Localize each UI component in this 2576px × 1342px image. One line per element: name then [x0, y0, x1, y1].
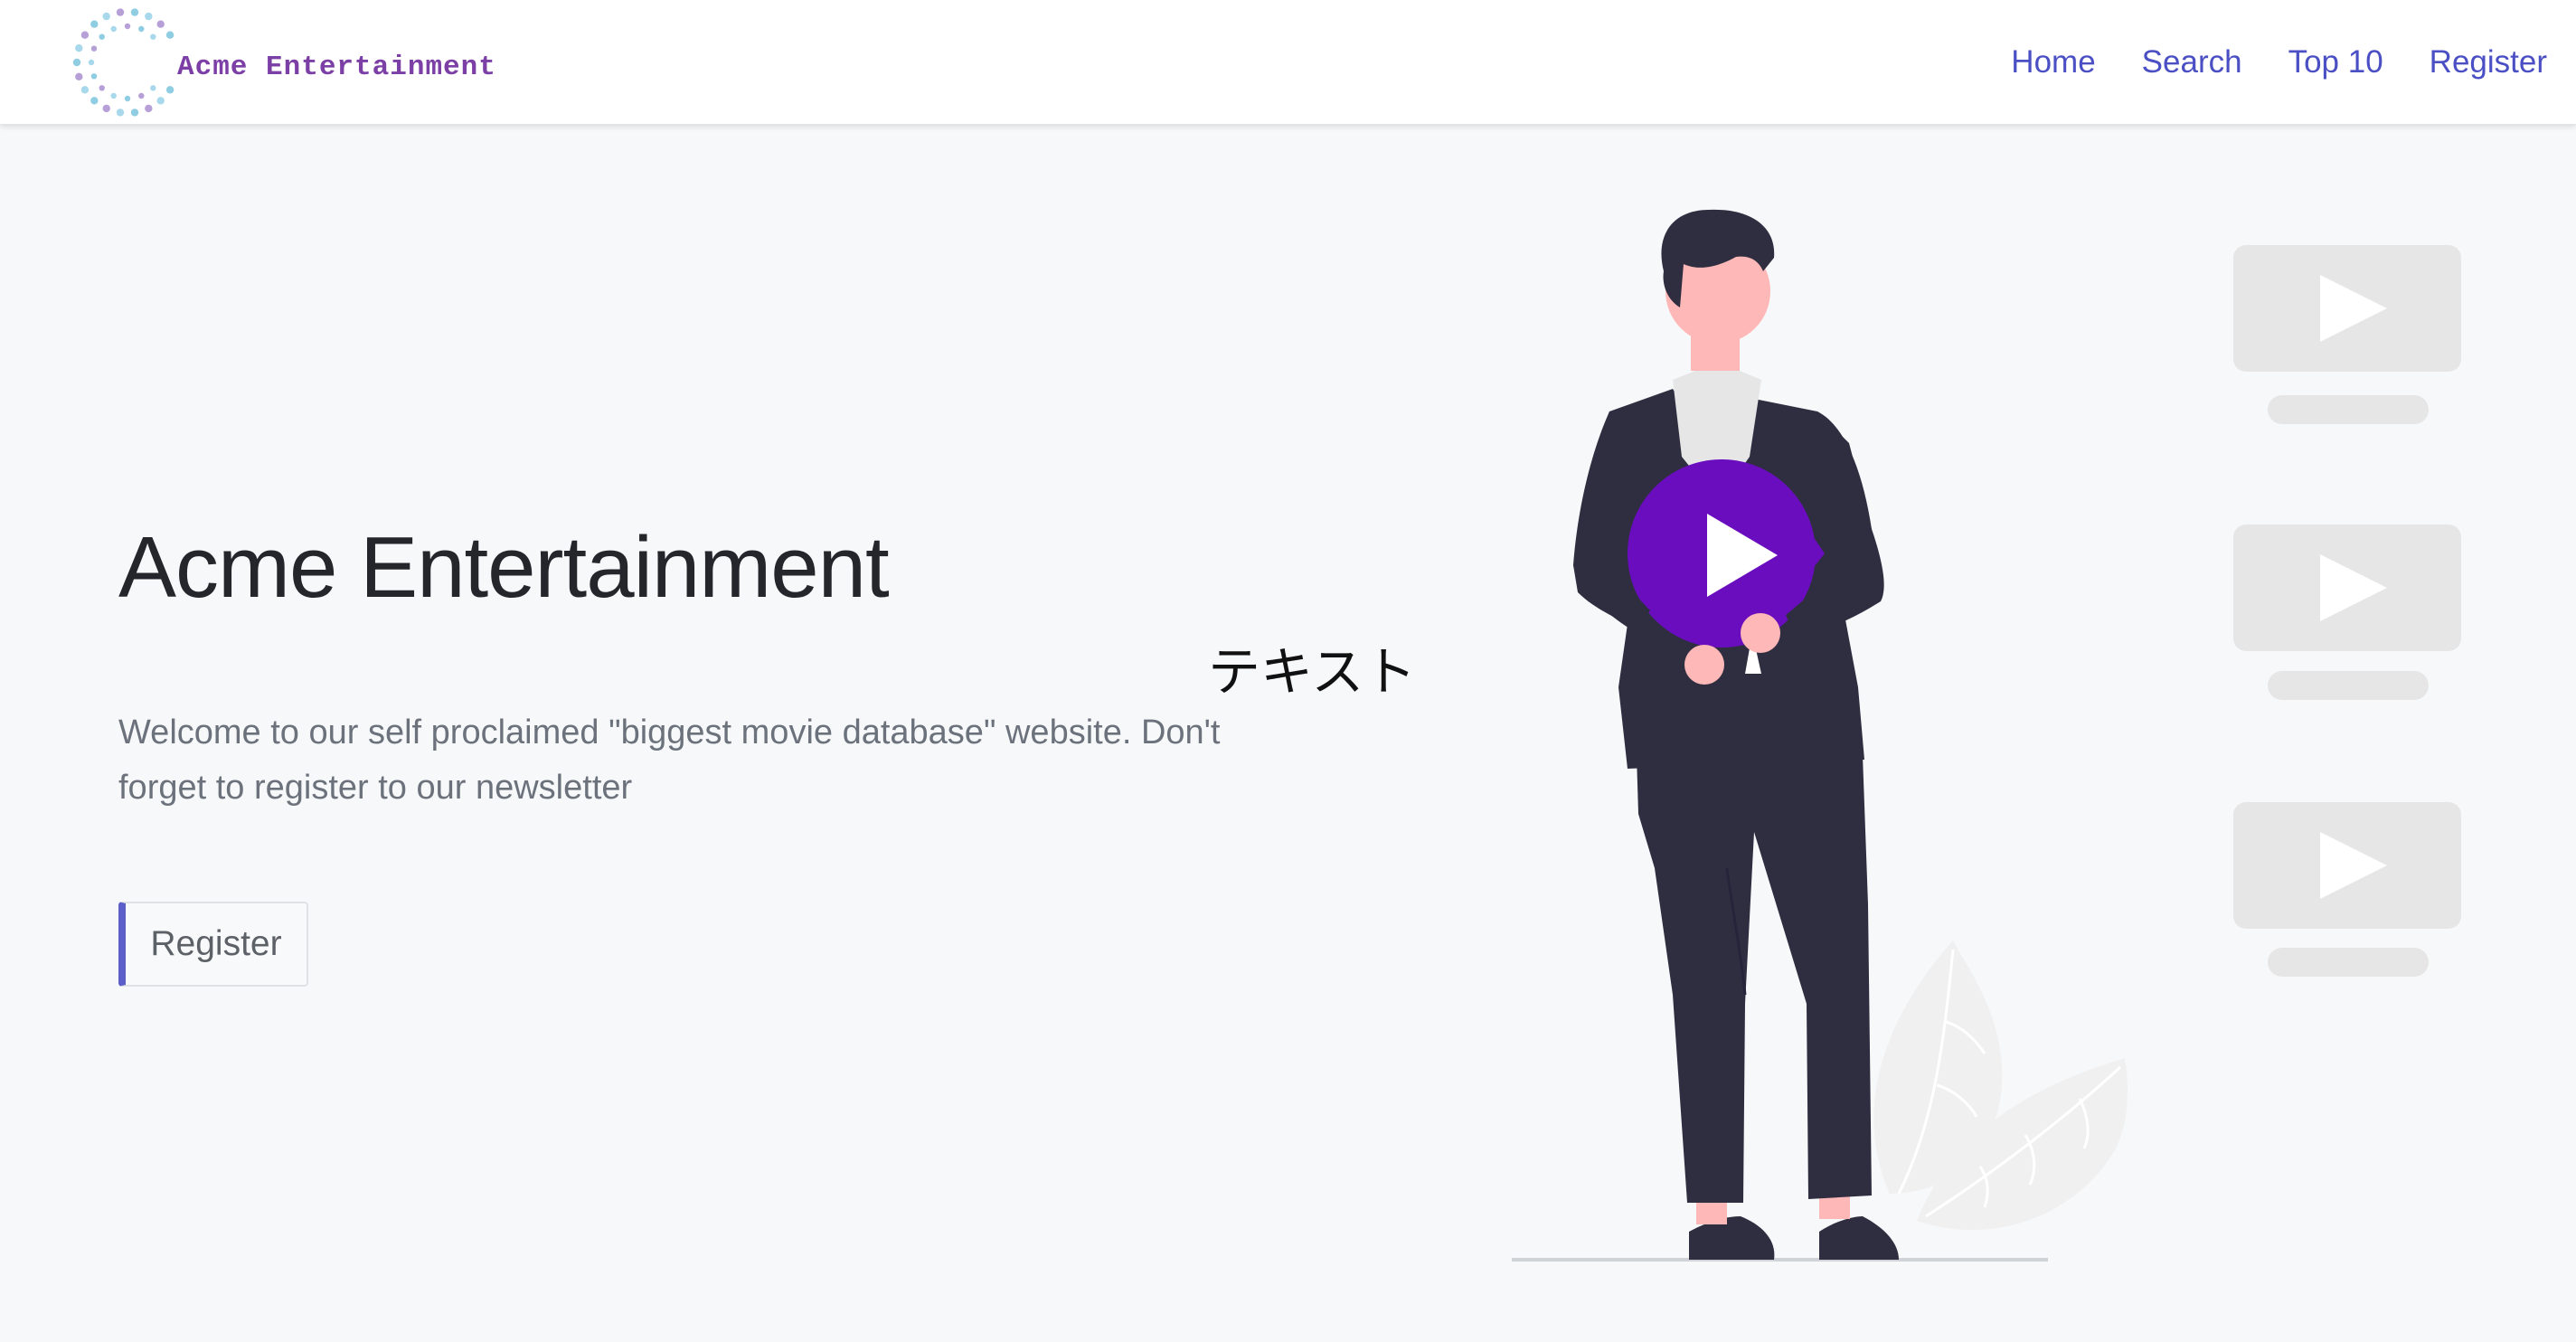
logo-dot [156, 20, 165, 28]
logo-dot [110, 25, 117, 32]
video-placeholder-card [2233, 245, 2461, 424]
logo-dot [116, 7, 125, 16]
nav-register-link[interactable]: Register [2430, 44, 2547, 80]
hero-register-button[interactable]: Register [118, 902, 308, 987]
nav-search-link[interactable]: Search [2142, 44, 2242, 80]
dotted-ring-logo-icon [72, 7, 175, 117]
logo-dot [130, 108, 139, 117]
logo-dot [116, 108, 125, 117]
logo-dot [99, 84, 105, 91]
logo-dot [145, 12, 153, 20]
logo-dot [75, 43, 83, 52]
logo-dot [124, 95, 131, 101]
logo-dot [156, 96, 165, 105]
man-holding-play-button-illustration [1512, 209, 2461, 1262]
nav-home-link[interactable]: Home [2011, 44, 2095, 80]
logo-dot [102, 104, 110, 112]
video-placeholder-card [2233, 802, 2461, 977]
logo-dot [90, 20, 99, 28]
logo-dot [165, 85, 175, 94]
logo-dot [110, 92, 117, 99]
brand-name: Acme Entertainment [177, 52, 496, 83]
hero-description: Welcome to our self proclaimed "biggest … [118, 714, 1221, 807]
hero-title: Acme Entertainment [118, 519, 890, 616]
stray-text-overlay: テキスト [1208, 641, 1417, 703]
nav-top10-link[interactable]: Top 10 [2288, 44, 2383, 80]
right-shoe [1819, 1216, 1899, 1260]
logo-dot [80, 31, 90, 39]
logo-dot [80, 85, 90, 94]
logo-dot [150, 33, 156, 40]
logo-dot [75, 72, 83, 80]
man-figure [1573, 209, 1899, 1260]
logo-dot [138, 92, 145, 99]
logo-dot [145, 104, 153, 112]
leaf-decoration [1873, 940, 2128, 1231]
left-hand [1684, 645, 1724, 685]
logo-dot [124, 23, 131, 29]
logo-dot [88, 59, 95, 65]
logo-dot [102, 12, 110, 20]
logo-dot [138, 25, 145, 32]
right-hand [1741, 613, 1780, 653]
video-placeholder-list [2233, 245, 2461, 977]
logo-dot [72, 58, 81, 66]
brand-logo-link[interactable]: Acme Entertainment [72, 0, 496, 124]
logo-dot [99, 33, 105, 40]
trousers [1637, 755, 1872, 1203]
primary-nav: Home Search Top 10 Register [1965, 0, 2547, 124]
logo-dot [130, 7, 139, 16]
logo-dot [90, 72, 98, 80]
logo-dot [150, 84, 156, 91]
logo-dot [90, 96, 99, 105]
video-placeholder-card [2233, 525, 2461, 700]
logo-dot [90, 45, 98, 52]
logo-dot [165, 31, 175, 39]
navbar: Acme Entertainment Home Search Top 10 Re… [0, 0, 2576, 125]
